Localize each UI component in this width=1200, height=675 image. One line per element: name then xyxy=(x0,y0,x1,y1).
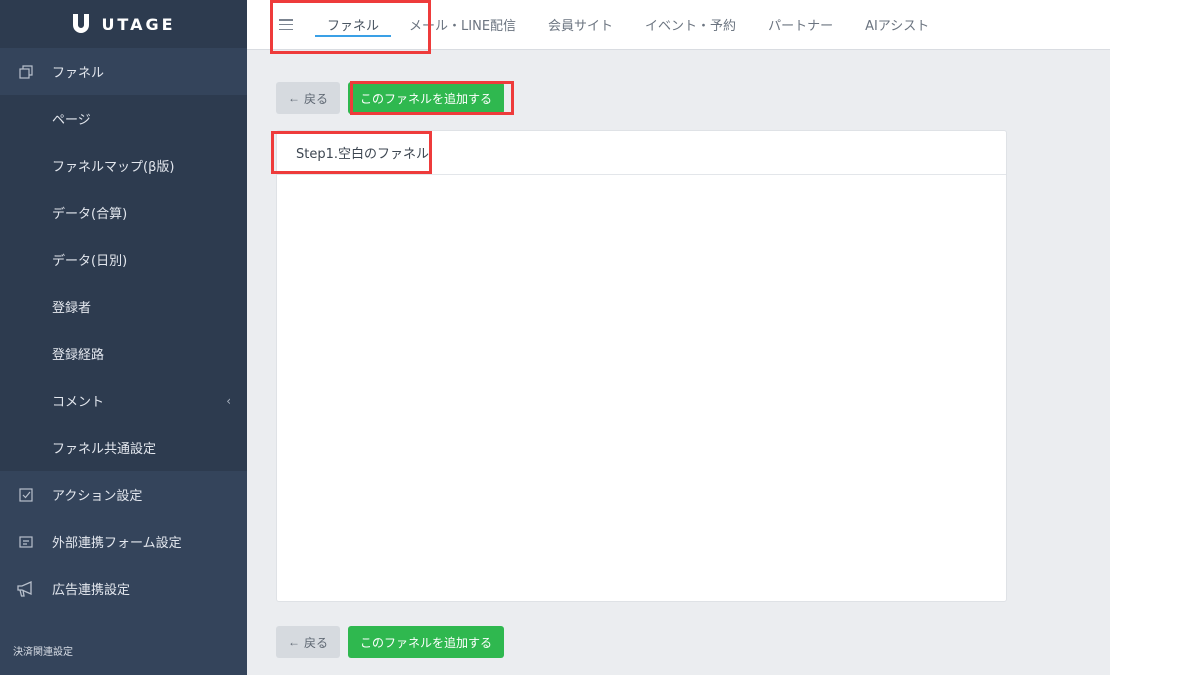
funnel-submenu: ページ ファネルマップ(β版) データ(合算) データ(日別) 登録者 登録経路… xyxy=(0,95,247,471)
sidebar-item-action-settings[interactable]: アクション設定 xyxy=(0,471,247,518)
sidebar-item-registrants[interactable]: 登録者 xyxy=(0,283,247,330)
bottom-action-row: ← 戻る このファネルを追加する xyxy=(276,626,505,658)
form-icon xyxy=(0,534,52,550)
sidebar-item-registration-routes[interactable]: 登録経路 xyxy=(0,330,247,377)
sidebar-item-funnel-map[interactable]: ファネルマップ(β版) xyxy=(0,142,247,189)
sidebar-item-label: 広告連携設定 xyxy=(52,583,131,598)
sidebar-item-label: ページ xyxy=(52,113,91,128)
back-button[interactable]: ← 戻る xyxy=(276,82,341,114)
sidebar-item-label: コメント xyxy=(52,395,105,410)
utage-logo-icon xyxy=(73,14,90,33)
logo-text: UTAGE xyxy=(101,14,176,34)
tab-member-site[interactable]: 会員サイト xyxy=(548,0,613,50)
copy-icon xyxy=(0,64,52,80)
add-funnel-button[interactable]: このファネルを追加する xyxy=(348,82,505,114)
page-margin xyxy=(1110,0,1200,675)
sidebar-item-label: 外部連携フォーム設定 xyxy=(52,536,182,551)
sidebar-item-funnel-common-settings[interactable]: ファネル共通設定 xyxy=(0,424,247,471)
sidebar-item-label: データ(合算) xyxy=(52,207,128,222)
sidebar-item-comments[interactable]: コメント ‹ xyxy=(0,377,247,424)
sidebar-item-label: データ(日別) xyxy=(52,254,128,269)
back-button-label: 戻る xyxy=(304,635,329,650)
top-nav: ファネル メール・LINE配信 会員サイト イベント・予約 パートナー AIアシ… xyxy=(247,0,1110,50)
checkbox-icon xyxy=(0,487,52,503)
sidebar: UTAGE ファネル ページ ファネルマップ(β版) データ(合算) データ(日… xyxy=(0,0,247,675)
logo[interactable]: UTAGE xyxy=(0,0,247,48)
sidebar-item-label: アクション設定 xyxy=(52,489,143,504)
sidebar-item-ad-integration-settings[interactable]: 広告連携設定 xyxy=(0,565,247,612)
sidebar-section-title: 決済関連設定 xyxy=(13,647,73,658)
sidebar-item-data-daily[interactable]: データ(日別) xyxy=(0,236,247,283)
chevron-left-icon: ‹ xyxy=(226,393,231,408)
add-funnel-button-bottom[interactable]: このファネルを追加する xyxy=(348,626,505,658)
sidebar-item-label: ファネル共通設定 xyxy=(52,442,157,457)
sidebar-item-label: 登録者 xyxy=(52,301,92,316)
tab-funnel[interactable]: ファネル xyxy=(315,0,392,50)
card-title: Step1.空白のファネル xyxy=(277,131,1006,175)
arrow-left-icon: ← xyxy=(288,635,300,649)
funnel-step-card: Step1.空白のファネル xyxy=(276,130,1007,602)
megaphone-icon xyxy=(0,580,52,598)
tab-ai-assist[interactable]: AIアシスト xyxy=(865,0,929,50)
sidebar-item-label: ファネル xyxy=(52,66,105,81)
back-button-bottom[interactable]: ← 戻る xyxy=(276,626,341,658)
tab-event-reservation[interactable]: イベント・予約 xyxy=(645,0,736,50)
tab-mail-line[interactable]: メール・LINE配信 xyxy=(409,0,516,50)
sidebar-item-label: 登録経路 xyxy=(52,348,105,363)
back-button-label: 戻る xyxy=(304,91,329,106)
main-content: ファネル メール・LINE配信 会員サイト イベント・予約 パートナー AIアシ… xyxy=(247,0,1110,675)
top-action-row: ← 戻る このファネルを追加する xyxy=(276,82,505,114)
arrow-left-icon: ← xyxy=(288,91,300,105)
sidebar-item-pages[interactable]: ページ xyxy=(0,95,247,142)
sidebar-item-data-total[interactable]: データ(合算) xyxy=(0,189,247,236)
sidebar-item-label: ファネルマップ(β版) xyxy=(52,160,175,175)
sidebar-item-external-form-settings[interactable]: 外部連携フォーム設定 xyxy=(0,518,247,565)
hamburger-menu-icon[interactable] xyxy=(279,19,293,30)
sidebar-item-funnel[interactable]: ファネル xyxy=(0,48,247,95)
tab-partner[interactable]: パートナー xyxy=(768,0,833,50)
app-window: UTAGE ファネル ページ ファネルマップ(β版) データ(合算) データ(日… xyxy=(0,0,1110,675)
